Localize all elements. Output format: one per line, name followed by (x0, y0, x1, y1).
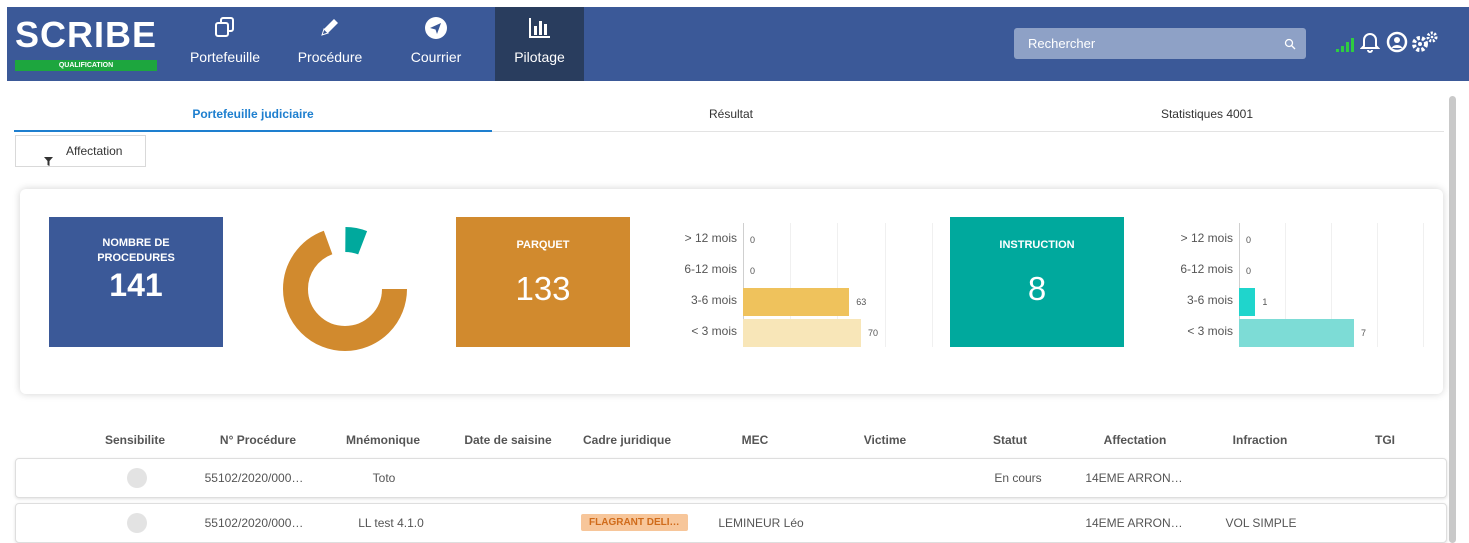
bar-value-label: 0 (750, 266, 756, 276)
col-header-procedure[interactable]: N° Procédure (203, 433, 313, 447)
col-header-affectation[interactable]: Affectation (1090, 433, 1180, 447)
instruction-tile: INSTRUCTION 8 (950, 217, 1124, 347)
sensibilite-indicator (127, 513, 147, 533)
tab-bar: Portefeuille judiciaire Résultat Statist… (14, 100, 1444, 132)
table-row[interactable]: 55102/2020/000… LL test 4.1.0 FLAGRANT D… (15, 503, 1447, 543)
cell-mnemonique: LL test 4.1.0 (358, 516, 424, 530)
bar-category-label: < 3 mois (691, 324, 737, 338)
app-logo[interactable]: SCRIBE QUALIFICATION (15, 15, 157, 71)
parquet-tile: PARQUET 133 (456, 217, 630, 347)
top-navigation-bar: SCRIBE QUALIFICATION Portefeuille Procéd… (7, 7, 1469, 81)
bar-value-label: 0 (1246, 235, 1252, 245)
bar (743, 288, 850, 316)
col-header-date-saisine[interactable]: Date de saisine (455, 433, 561, 447)
search-placeholder: Rechercher (1028, 36, 1096, 51)
tile-title: PARQUET (516, 239, 570, 251)
send-icon (400, 16, 472, 46)
tile-value: 133 (515, 270, 571, 307)
cell-affectation: 14EME ARRON… (1085, 516, 1183, 530)
bar-value-label: 70 (868, 328, 879, 338)
tile-value: 141 (109, 267, 163, 303)
tile-value: 8 (1027, 270, 1047, 307)
bar-category-label: < 3 mois (1187, 324, 1233, 338)
nav-label: Pilotage (514, 49, 565, 65)
bell-icon[interactable] (1359, 31, 1381, 58)
cell-infraction: VOL SIMPLE (1225, 516, 1297, 530)
nav-label: Courrier (410, 49, 462, 65)
gridline (884, 223, 886, 347)
nav-portefeuille[interactable]: Portefeuille (187, 7, 263, 81)
environment-badge: QUALIFICATION (15, 60, 157, 71)
tile-title: INSTRUCTION (999, 239, 1075, 251)
filter-label: Affectation (66, 144, 123, 158)
bar-category-label: 6-12 mois (1180, 262, 1233, 276)
tab-statistiques-4001[interactable]: Statistiques 4001 (970, 100, 1444, 132)
tile-title-line2: PROCEDURES (97, 252, 175, 264)
bar-value-label: 63 (856, 297, 867, 307)
gridline (1377, 223, 1378, 347)
cell-procedure: 55102/2020/000… (204, 516, 304, 530)
tab-resultat[interactable]: Résultat (492, 100, 970, 132)
bar (1239, 319, 1354, 347)
tile-title-line1: NOMBRE DE (102, 237, 170, 249)
pencil-icon (292, 16, 368, 46)
nav-label: Procédure (297, 49, 363, 65)
bar-value-label: 0 (1246, 266, 1252, 276)
bar-category-label: > 12 mois (1180, 231, 1233, 245)
bar-category-label: 3-6 mois (1186, 293, 1233, 307)
bar-value-label: 1 (1262, 297, 1268, 307)
cell-procedure: 55102/2020/000… (204, 471, 304, 485)
total-procedures-tile: NOMBRE DE PROCEDURES 141 (49, 217, 223, 347)
col-header-tgi[interactable]: TGI (1365, 433, 1405, 447)
nav-pilotage[interactable]: Pilotage (495, 7, 584, 81)
settings-icon[interactable] (1411, 30, 1439, 59)
stats-card: NOMBRE DE PROCEDURES 141 PARQUET 133 > 1… (20, 189, 1443, 394)
affectation-filter-button[interactable]: Affectation (15, 135, 146, 167)
table-row[interactable]: 55102/2020/000… Toto En cours 14EME ARRO… (15, 458, 1447, 498)
bar-category-label: > 12 mois (684, 231, 737, 245)
search-icon (1284, 28, 1296, 59)
vertical-scrollbar[interactable] (1449, 96, 1456, 543)
donut-slice-parquet (283, 227, 407, 351)
bar-value-label: 0 (750, 235, 756, 245)
cell-mec: LEMINEUR Léo (718, 516, 804, 530)
col-header-victime[interactable]: Victime (850, 433, 920, 447)
bar-category-label: 3-6 mois (690, 293, 737, 307)
gridline (931, 223, 933, 347)
col-header-infraction[interactable]: Infraction (1220, 433, 1300, 447)
signal-icon (1336, 36, 1354, 57)
nav-courrier[interactable]: Courrier (400, 7, 472, 81)
copy-icon (187, 16, 263, 46)
col-header-sensibilite[interactable]: Sensibilite (95, 433, 175, 447)
tab-portefeuille-judiciaire[interactable]: Portefeuille judiciaire (14, 100, 492, 132)
procedures-donut-chart (283, 227, 407, 351)
bar-category-label: 6-12 mois (684, 262, 737, 276)
col-header-mnemonique[interactable]: Mnémonique (333, 433, 433, 447)
col-header-mec[interactable]: MEC (725, 433, 785, 447)
app-name: SCRIBE (15, 14, 158, 55)
bar (1239, 288, 1256, 316)
cell-statut: En cours (994, 471, 1042, 485)
bar-chart-icon (495, 16, 584, 46)
sensibilite-indicator (127, 468, 147, 488)
user-icon[interactable] (1386, 31, 1408, 58)
cadre-juridique-badge: FLAGRANT DELI… (581, 514, 688, 531)
cell-mnemonique: Toto (372, 471, 396, 485)
bar (743, 319, 861, 347)
nav-procedure[interactable]: Procédure (292, 7, 368, 81)
bar-value-label: 7 (1361, 328, 1367, 338)
gridline (1423, 223, 1424, 347)
nav-label: Portefeuille (189, 49, 261, 65)
filter-icon (44, 147, 53, 177)
cell-affectation: 14EME ARRON… (1085, 471, 1183, 485)
col-header-statut[interactable]: Statut (980, 433, 1040, 447)
col-header-cadre-juridique[interactable]: Cadre juridique (572, 433, 682, 447)
search-input[interactable]: Rechercher (1014, 28, 1306, 59)
